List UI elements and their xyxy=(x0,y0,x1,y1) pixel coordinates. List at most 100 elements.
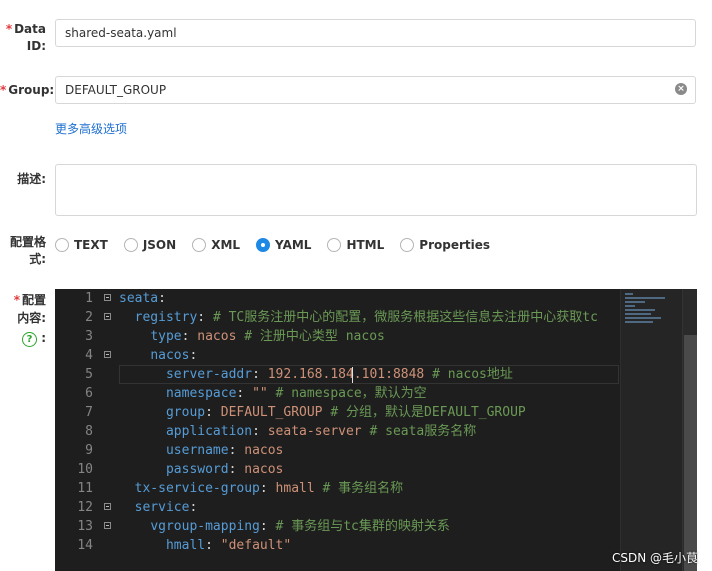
help-icon[interactable]: ? xyxy=(22,332,37,347)
token-key: tx-service-group xyxy=(134,481,260,496)
token-sep: : xyxy=(228,462,245,477)
token-sep: : xyxy=(259,519,276,534)
radio-label: XML xyxy=(211,238,241,252)
code-line: 10 password: nacos xyxy=(55,460,697,479)
code-text: application: seata-server # seata服务名称 xyxy=(119,422,476,441)
token-sep: : xyxy=(252,367,268,382)
code-text: group: DEFAULT_GROUP # 分组，默认是DEFAULT_GRO… xyxy=(119,403,526,422)
token-comment: # 事务组名称 xyxy=(314,481,404,496)
line-number: 11 xyxy=(77,481,93,496)
code-text: nacos: xyxy=(119,346,197,365)
token-key: server-addr xyxy=(165,367,253,382)
token-comment: # 事务组与tc集群的映射关系 xyxy=(275,519,450,534)
radio-circle-icon xyxy=(327,238,342,252)
token-val: hmall xyxy=(275,481,315,496)
watermark: CSDN @毛小茛 xyxy=(612,551,699,565)
line-number: 9 xyxy=(85,443,93,458)
token-sep: : xyxy=(252,424,268,439)
code-text: namespace: "" # namespace，默认为空 xyxy=(119,384,427,403)
fold-toggle-icon[interactable] xyxy=(104,522,111,529)
format-radio-html[interactable]: HTML xyxy=(327,238,384,252)
radio-label: YAML xyxy=(275,238,312,252)
token-sep: : xyxy=(205,538,221,553)
token-sep: : xyxy=(189,500,198,515)
format-radio-yaml[interactable]: YAML xyxy=(256,238,311,252)
group-input[interactable]: DEFAULT_GROUP xyxy=(55,76,696,104)
token-key: seata xyxy=(119,291,159,306)
fold-toggle-icon[interactable] xyxy=(104,503,111,510)
format-radio-text[interactable]: TEXT xyxy=(55,238,108,252)
token-sep: : xyxy=(205,405,221,420)
fold-toggle-icon[interactable] xyxy=(104,351,111,358)
token-comment: # TC服务注册中心的配置，微服务根据这些信息去注册中心获取tc xyxy=(212,310,598,325)
text-caret xyxy=(352,367,353,383)
code-text: server-addr: 192.168.184.101:8848 # naco… xyxy=(119,365,513,384)
radio-label: JSON xyxy=(142,238,177,252)
radio-circle-icon xyxy=(400,238,415,252)
code-line: 14 hmall: "default" xyxy=(55,536,697,555)
token-val: "" xyxy=(252,386,268,401)
code-line: 4 nacos: xyxy=(55,346,697,365)
fold-toggle-icon[interactable] xyxy=(104,313,111,320)
code-text: hmall: "default" xyxy=(119,536,291,555)
token-sep: : xyxy=(197,310,213,325)
format-radio-xml[interactable]: XML xyxy=(192,238,240,252)
token-sep: : xyxy=(181,329,198,344)
format-radio-properties[interactable]: Properties xyxy=(400,238,490,252)
radio-circle-icon xyxy=(192,238,207,252)
data-id-input[interactable]: shared-seata.yaml xyxy=(55,19,696,47)
line-number: 8 xyxy=(85,424,93,439)
token-key: hmall xyxy=(165,538,206,553)
format-radio-json[interactable]: JSON xyxy=(123,238,177,252)
code-line: 8 application: seata-server # seata服务名称 xyxy=(55,422,697,441)
radio-label: Properties xyxy=(419,238,491,252)
token-key: registry xyxy=(134,310,198,325)
code-line: 2 registry: # TC服务注册中心的配置，微服务根据这些信息去注册中心… xyxy=(55,308,697,327)
code-line: 9 username: nacos xyxy=(55,441,697,460)
editor-minimap[interactable] xyxy=(620,289,683,571)
code-editor[interactable]: 1 seata: 2 registry: # TC服务注册中心的配置，微服务根据这些… xyxy=(55,289,697,571)
token-key: username xyxy=(165,443,229,458)
code-text: username: nacos xyxy=(119,441,283,460)
token-sep: : xyxy=(259,481,276,496)
code-text: password: nacos xyxy=(119,460,283,479)
advanced-options-link[interactable]: 更多高级选项 xyxy=(55,120,127,137)
code-line: 11 tx-service-group: hmall # 事务组名称 xyxy=(55,479,697,498)
token-key: password xyxy=(165,462,229,477)
editor-scrollbar[interactable] xyxy=(682,289,697,571)
code-line: 7 group: DEFAULT_GROUP # 分组，默认是DEFAULT_G… xyxy=(55,403,697,422)
token-key: group xyxy=(165,405,206,420)
line-number: 2 xyxy=(85,310,93,325)
token-key: namespace xyxy=(165,386,237,401)
line-number: 5 xyxy=(85,367,93,382)
token-comment: # nacos地址 xyxy=(424,367,513,382)
content-label: * 配置 内容: ? : xyxy=(13,293,46,347)
description-label: 描述: xyxy=(17,172,46,186)
line-number: 10 xyxy=(77,462,93,477)
line-number: 4 xyxy=(85,348,93,363)
description-textarea[interactable] xyxy=(55,164,697,216)
data-id-label: * Data ID: xyxy=(5,22,46,53)
line-number: 7 xyxy=(85,405,93,420)
token-comment: # seata服务名称 xyxy=(361,424,477,439)
token-val: DEFAULT_GROUP xyxy=(220,405,323,420)
fold-toggle-icon[interactable] xyxy=(104,294,111,301)
radio-circle-icon xyxy=(55,238,69,252)
code-line: 5 server-addr: 192.168.184.101:8848 # na… xyxy=(55,365,697,384)
scroll-thumb[interactable] xyxy=(684,335,697,571)
token-comment: # namespace，默认为空 xyxy=(267,386,427,401)
token-sep: : xyxy=(158,291,166,306)
radio-label: HTML xyxy=(346,238,385,252)
token-val: nacos xyxy=(244,443,284,458)
line-number: 3 xyxy=(85,329,93,344)
clear-circle-icon[interactable]: × xyxy=(675,83,687,95)
required-mark: * xyxy=(5,22,13,36)
